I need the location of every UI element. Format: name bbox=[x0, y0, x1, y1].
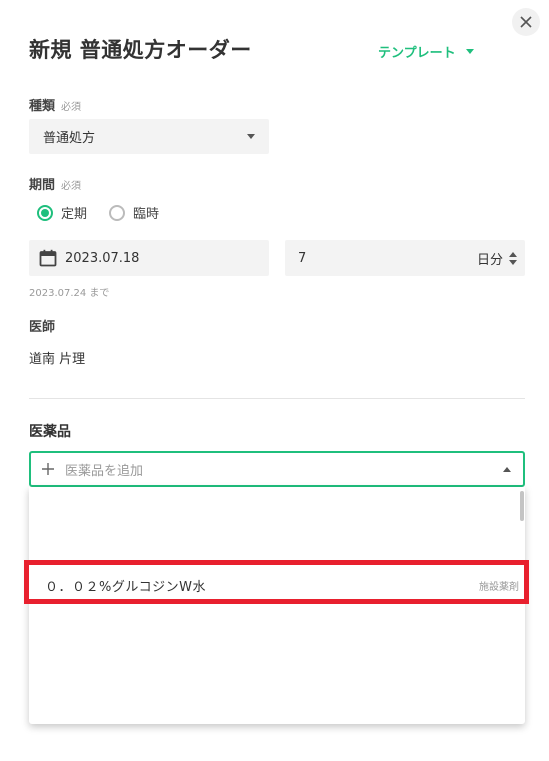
doctor-label: 医師 bbox=[29, 316, 55, 335]
chevron-down-icon bbox=[247, 134, 255, 139]
dropdown-scrollbar[interactable] bbox=[520, 491, 524, 521]
chevron-up-icon[interactable] bbox=[503, 466, 511, 472]
period-label-text: 期間 bbox=[29, 178, 56, 193]
start-date-value: 2023.07.18 bbox=[65, 250, 140, 266]
medicine-section-title: 医薬品 bbox=[29, 424, 71, 440]
radio-temporary-label[interactable]: 臨時 bbox=[133, 203, 159, 222]
doctor-name: 道南 片理 bbox=[29, 352, 86, 367]
template-dropdown-button[interactable]: テンプレート bbox=[378, 42, 474, 61]
required-badge: 必須 bbox=[61, 102, 82, 113]
medicine-option[interactable]: ０．０２%グルコジンW水 施設薬剤 bbox=[29, 569, 525, 601]
days-input[interactable]: 7 日分 bbox=[285, 240, 525, 276]
start-date-field[interactable]: 2023.07.18 bbox=[29, 240, 269, 276]
type-label-text: 種類 bbox=[29, 99, 56, 114]
medicine-search-input[interactable]: 医薬品を追加 bbox=[29, 451, 525, 487]
end-date-hint: 2023.07.24 まで bbox=[29, 288, 110, 299]
days-value: 7 bbox=[298, 250, 307, 266]
radio-temporary[interactable] bbox=[109, 204, 126, 221]
required-badge: 必須 bbox=[61, 181, 82, 192]
doctor-label-text: 医師 bbox=[29, 320, 56, 335]
medicine-option-tag: 施設薬剤 bbox=[479, 581, 519, 593]
chevron-up-icon[interactable] bbox=[509, 251, 517, 257]
radio-regular[interactable] bbox=[37, 204, 53, 221]
close-icon bbox=[520, 16, 532, 28]
medicine-dropdown-list: ０．０２%グルコジンW水 施設薬剤 bbox=[29, 487, 525, 724]
radio-regular-label[interactable]: 定期 bbox=[61, 203, 87, 222]
plus-icon bbox=[42, 463, 54, 475]
period-field-label: 期間 必須 bbox=[29, 174, 81, 193]
dialog-title: 新規 普通処方オーダー bbox=[29, 38, 252, 62]
medicine-search-placeholder: 医薬品を追加 bbox=[65, 463, 144, 479]
medicine-option-name: ０．０２%グルコジンW水 bbox=[45, 579, 206, 595]
template-label: テンプレート bbox=[378, 46, 456, 61]
days-stepper[interactable] bbox=[509, 251, 517, 265]
chevron-down-icon[interactable] bbox=[509, 259, 517, 265]
type-field-label: 種類 必須 bbox=[29, 95, 81, 114]
period-radio-group: 定期 臨時 bbox=[37, 203, 159, 222]
close-button[interactable] bbox=[512, 8, 540, 36]
calendar-icon bbox=[39, 249, 57, 267]
type-select-value: 普通処方 bbox=[43, 131, 96, 146]
chevron-down-icon bbox=[465, 49, 474, 54]
days-unit: 日分 bbox=[476, 252, 503, 268]
section-divider bbox=[29, 398, 525, 399]
type-select[interactable]: 普通処方 bbox=[29, 119, 269, 154]
